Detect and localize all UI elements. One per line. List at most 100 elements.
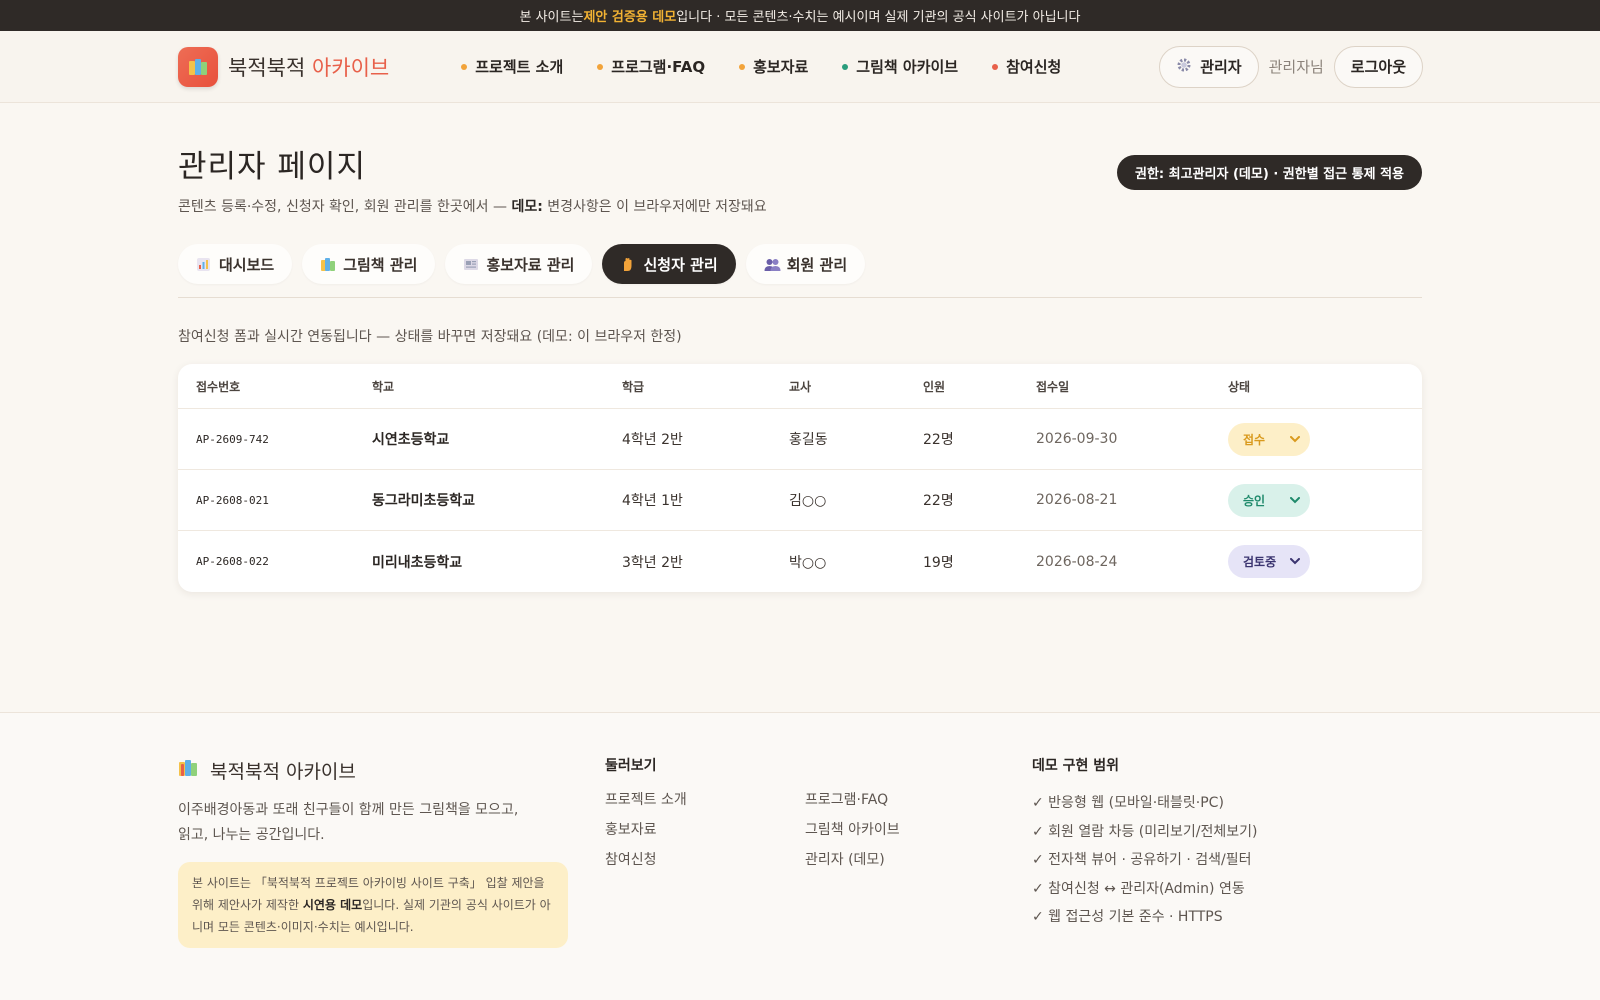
tab-3[interactable]: 신청자 관리	[602, 244, 736, 284]
permission-badge: 권한: 최고관리자 (데모) · 권한별 접근 통제 적용	[1117, 155, 1422, 190]
status-value: 검토중	[1243, 555, 1277, 569]
page-subtitle: 콘텐츠 등록·수정, 신청자 확인, 회원 관리를 한곳에서 — 데모: 변경사…	[178, 196, 1422, 216]
site-header: 북적북적 아카이브 프로젝트 소개 프로그램·FAQ 홍보자료 그림책 아카이브 참여신…	[0, 31, 1600, 103]
footer-logo[interactable]: 북적북적 아카이브	[178, 757, 568, 784]
admin-button-label: 관리자	[1200, 58, 1242, 76]
tab-label: 회원 관리	[786, 255, 848, 274]
nav-item-1[interactable]: 프로그램·FAQ	[597, 56, 705, 77]
footer-links: 프로젝트 소개 프로그램·FAQ 홍보자료 그림책 아카이브 참여신청 관리자 (데모)	[605, 789, 1005, 869]
application-id: AP-2608-022	[196, 555, 269, 568]
logout-button-label: 로그아웃	[1350, 58, 1406, 76]
chevron-down-icon	[1290, 494, 1300, 507]
status-select[interactable]: 접수	[1228, 422, 1310, 456]
banner-text-pre: 본 사이트는	[519, 10, 584, 25]
logout-button[interactable]: 로그아웃	[1333, 45, 1423, 88]
demo-banner: 본 사이트는 제안 검증용 데모 입니다 · 모든 콘텐츠·수치는 예시이며 실제…	[0, 0, 1600, 31]
footer-about: 북적북적 아카이브 이주배경아동과 또래 친구들이 함께 만든 그림책을 모으고…	[178, 757, 568, 948]
nav-dot-icon	[597, 63, 604, 70]
footer-desc-line1: 이주배경아동과 또래 친구들이 함께 만든 그림책을 모으고,	[178, 802, 519, 818]
tab-4[interactable]: 회원 관리	[745, 244, 866, 284]
nav-item-3[interactable]: 그림책 아카이브	[842, 56, 958, 77]
teacher-name: 박○○	[789, 554, 827, 571]
nav-dot-icon	[842, 63, 849, 70]
nav-item-label: 참여신청	[1006, 58, 1062, 76]
nav-dot-icon	[739, 63, 746, 70]
table-row: AP-2608-022 미리내초등학교 3학년 2반 박○○ 19명 2026-08-24…	[178, 531, 1422, 592]
received-date: 2026-09-30	[1036, 431, 1118, 447]
notice-bold: 시연용 데모	[302, 898, 363, 912]
table-body: AP-2609-742 시연초등학교 4학년 2반 홍길동 22명 2026-09-30 접…	[178, 409, 1422, 592]
books-icon	[320, 257, 336, 272]
column-header: 접수번호	[196, 379, 241, 394]
raised-hand-icon	[620, 257, 635, 272]
column-header: 인원	[923, 379, 946, 394]
gear-icon	[1176, 57, 1192, 77]
tab-0[interactable]: 대시보드	[178, 244, 293, 284]
tab-label: 신청자 관리	[643, 255, 718, 274]
logo-text: 북적북적 아카이브	[228, 52, 389, 82]
nav-item-label: 홍보자료	[753, 58, 809, 76]
admin-main: 관리자 페이지 콘텐츠 등록·수정, 신청자 확인, 회원 관리를 한곳에서 —…	[0, 103, 1600, 712]
user-name: 관리자님	[1268, 58, 1324, 76]
nav-dot-icon	[461, 63, 468, 70]
school-name: 시연초등학교	[372, 432, 450, 448]
footer-description: 이주배경아동과 또래 친구들이 함께 만든 그림책을 모으고, 읽고, 나누는 …	[178, 798, 568, 848]
tab-label: 그림책 관리	[343, 255, 418, 274]
application-id: AP-2608-021	[196, 493, 269, 507]
status-cell: 검토중	[1228, 545, 1422, 578]
footer-link-5[interactable]: 관리자 (데모)	[805, 849, 1005, 869]
table-header: 접수번호 학교 학급 교사 인원 접수일 상태	[178, 364, 1422, 409]
admin-button[interactable]: 관리자	[1159, 45, 1259, 88]
nav-item-0[interactable]: 프로젝트 소개	[461, 56, 563, 77]
chart-icon	[196, 257, 211, 272]
tab-label: 홍보자료 관리	[486, 255, 575, 274]
tab-2[interactable]: 홍보자료 관리	[445, 244, 593, 284]
footer-link-1[interactable]: 프로그램·FAQ	[805, 789, 1005, 809]
table-row: AP-2609-742 시연초등학교 4학년 2반 홍길동 22명 2026-09-30 접…	[178, 409, 1422, 470]
tab-1[interactable]: 그림책 관리	[302, 244, 436, 284]
nav-item-4[interactable]: 참여신청	[992, 56, 1061, 77]
site-logo[interactable]: 북적북적 아카이브	[178, 46, 389, 87]
header-actions: 관리자 관리자님 로그아웃	[1159, 45, 1423, 88]
scope-item: ✓ 참여신청 ↔ 관리자(Admin) 연동	[1032, 880, 1245, 897]
newspaper-icon	[463, 257, 479, 272]
footer-browse-title: 둘러보기	[605, 758, 657, 774]
books-icon	[178, 758, 200, 783]
footer-link-4[interactable]: 참여신청	[605, 849, 805, 869]
logo-accent: 아카이브	[311, 55, 390, 80]
applicants-note: 참여신청 폼과 실시간 연동됩니다 — 상태를 바꾸면 저장돼요 (데모: 이 …	[178, 329, 682, 345]
school-name: 미리내초등학교	[372, 554, 463, 571]
footer-link-0[interactable]: 프로젝트 소개	[605, 789, 805, 809]
subtitle-bold: 데모:	[511, 199, 543, 215]
headcount: 19명	[923, 554, 954, 571]
scope-item: ✓ 회원 열람 차등 (미리보기/전체보기)	[1032, 823, 1258, 840]
received-date: 2026-08-21	[1036, 492, 1118, 508]
footer-logo-text: 북적북적 아카이브	[210, 761, 356, 783]
tab-label: 대시보드	[219, 255, 275, 274]
headcount: 22명	[923, 432, 954, 448]
banner-text-post: 입니다 · 모든 콘텐츠·수치는 예시이며 실제 기관의 공식 사이트가 아닙니…	[676, 10, 1081, 25]
column-header: 학급	[622, 379, 645, 394]
footer-desc-line2: 읽고, 나누는 공간입니다.	[178, 827, 325, 843]
site-footer: 북적북적 아카이브 이주배경아동과 또래 친구들이 함께 만든 그림책을 모으고…	[0, 712, 1600, 1000]
scope-item: ✓ 전자책 뷰어 · 공유하기 · 검색/필터	[1032, 852, 1252, 868]
people-icon	[764, 257, 781, 272]
status-value: 승인	[1243, 493, 1266, 508]
footer-browse: 둘러보기 프로젝트 소개 프로그램·FAQ 홍보자료 그림책 아카이브 참여신청 관리자 …	[605, 755, 1005, 869]
status-select[interactable]: 검토중	[1228, 545, 1310, 578]
nav-item-label: 그림책 아카이브	[856, 58, 959, 76]
nav-item-2[interactable]: 홍보자료	[739, 56, 808, 77]
admin-tabs: 대시보드 그림책 관리 홍보자료 관리 신청자 관리 회원 관리	[178, 244, 1422, 298]
applicants-table: 접수번호 학교 학급 교사 인원 접수일 상태 AP-2609-742 시연초등학교 4학년 2…	[178, 364, 1422, 592]
status-select[interactable]: 승인	[1228, 483, 1310, 517]
teacher-name: 홍길동	[789, 432, 828, 448]
subtitle-post: 변경사항은 이 브라우저에만 저장돼요	[542, 199, 767, 215]
class-name: 3학년 2반	[622, 554, 683, 571]
column-header: 접수일	[1036, 379, 1070, 394]
scope-item: ✓ 웹 접근성 기본 준수 · HTTPS	[1032, 909, 1223, 925]
footer-link-3[interactable]: 그림책 아카이브	[805, 819, 1005, 839]
footer-link-2[interactable]: 홍보자료	[605, 819, 805, 839]
books-logo-icon	[178, 46, 218, 87]
school-name: 동그라미초등학교	[372, 493, 476, 509]
subtitle-pre: 콘텐츠 등록·수정, 신청자 확인, 회원 관리를 한곳에서 —	[178, 199, 512, 215]
